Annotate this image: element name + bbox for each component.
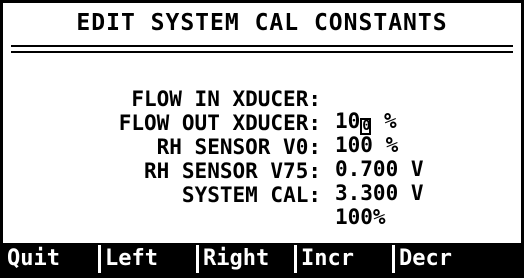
field-row-flow-out: FLOW OUT XDUCER: 100 % — [3, 90, 524, 156]
incr-button[interactable]: Incr — [297, 243, 392, 275]
softkey-menu-bar: Quit Left Right Incr Decr — [3, 243, 521, 275]
system-cal-field[interactable]: 100% — [335, 206, 386, 228]
quit-button[interactable]: Quit — [3, 243, 98, 275]
calibration-screen: EDIT SYSTEM CAL CONSTANTS FLOW IN XDUCER… — [0, 0, 524, 278]
right-button[interactable]: Right — [199, 243, 294, 275]
field-row-rh-v0: RH SENSOR V0: 0.700 V — [3, 114, 524, 180]
screen-title: EDIT SYSTEM CAL CONSTANTS — [76, 10, 448, 36]
field-row-flow-in: FLOW IN XDUCER: 10 0 % — [3, 66, 524, 135]
field-row-system-cal: SYSTEM CAL: 100% — [3, 162, 524, 228]
rh-sensor-v75-field[interactable]: 3.300 V — [335, 182, 424, 204]
left-button[interactable]: Left — [101, 243, 196, 275]
decr-button[interactable]: Decr — [395, 243, 521, 275]
title-divider — [11, 45, 513, 53]
field-label: SYSTEM CAL: — [181, 183, 321, 207]
field-row-rh-v75: RH SENSOR V75: 3.300 V — [3, 138, 524, 204]
